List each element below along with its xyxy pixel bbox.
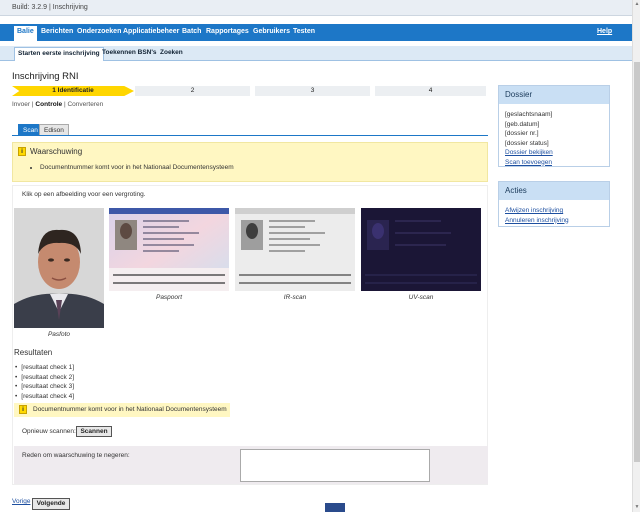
acties-title: Acties [499, 182, 609, 200]
result-item: [resultaat check 3] [15, 382, 74, 392]
substep-breadcrumb: Invoer | Controle | Converteren [12, 101, 103, 108]
warning-icon: i [19, 405, 27, 414]
step-2: 2 [135, 86, 250, 96]
afwijzen-inschrijving-link[interactable]: Afwijzen inschrijving [505, 206, 603, 216]
dossier-body: [geslachtsnaam] [geb.datum] [dossier nr.… [499, 104, 609, 173]
result-item: [resultaat check 2] [15, 373, 74, 383]
subtab-starten-eerste-inschrijving[interactable]: Starten eerste inschrijving [14, 47, 104, 61]
tab-underline [12, 135, 488, 136]
results-list: [resultaat check 1] [resultaat check 2] … [15, 363, 74, 401]
result-item: [resultaat check 1] [15, 363, 74, 373]
pasfoto-image[interactable] [14, 208, 104, 330]
caption-paspoort: Paspoort [155, 294, 183, 301]
step-indicator: 1 Identificatie 2 3 4 [12, 86, 486, 96]
build-bar: Build: 3.2.9 | Inschrijving [0, 0, 632, 16]
warning-box: i Waarschuwing Documentnummer komt voor … [12, 142, 488, 182]
help-link[interactable]: Help [597, 28, 612, 35]
tab-berichten[interactable]: Berichten [41, 28, 73, 35]
results-heading: Resultaten [14, 348, 53, 357]
scroll-up-icon[interactable]: ▲ [634, 1, 640, 7]
tab-testen[interactable]: Testen [293, 28, 315, 35]
footer-nav: Vorige [12, 498, 30, 505]
tab-batch[interactable]: Batch [182, 28, 201, 35]
ir-scan-image[interactable] [235, 208, 355, 293]
subtab-zoeken[interactable]: Zoeken [160, 49, 183, 56]
substep-separator: | [63, 101, 66, 108]
scrollbar-thumb[interactable] [634, 62, 640, 462]
step-4: 4 [375, 86, 486, 96]
scan-toevoegen-link[interactable]: Scan toevoegen [505, 158, 603, 168]
dossier-title: Dossier [499, 86, 609, 104]
step-3: 3 [255, 86, 370, 96]
paspoort-image[interactable] [109, 208, 229, 293]
substep-converteren: Converteren [67, 101, 104, 108]
image-hint: Klik op een afbeelding voor een vergroti… [22, 191, 146, 198]
tab-balie[interactable]: Balie [14, 26, 37, 41]
scan-button[interactable]: Scannen [76, 426, 112, 437]
dossier-field-status: [dossier status] [505, 139, 549, 147]
sub-nav: Starten eerste inschrijving Toekennen BS… [0, 46, 632, 61]
reason-textarea[interactable] [240, 449, 430, 482]
dossier-panel: Dossier [geslachtsnaam] [geb.datum] [dos… [498, 85, 610, 167]
warning-item: Documentnummer komt voor in het Nationaa… [40, 164, 234, 171]
build-context: Inschrijving [52, 4, 88, 11]
tab-applicatiebeheer[interactable]: Applicatiebeheer [123, 28, 179, 35]
reason-row: Reden om waarschuwing te negeren: [14, 446, 488, 484]
main-nav: Balie Berichten Onderzoeken Applicatiebe… [0, 24, 632, 41]
caption-pasfoto: Pasfoto [47, 331, 71, 338]
prev-link[interactable]: Vorige [12, 498, 30, 505]
reason-label: Reden om waarschuwing te negeren: [22, 452, 130, 459]
build-separator: | [48, 4, 51, 11]
dossier-field-gebdatum: [geb.datum] [505, 120, 540, 128]
warning-title: Waarschuwing [30, 147, 83, 156]
caption-ir-scan: IR-scan [283, 294, 307, 301]
dossier-field-naam: [geslachtsnaam] [505, 111, 553, 118]
next-button[interactable]: Volgende [32, 498, 70, 510]
acties-panel: Acties Afwijzen inschrijving Annuleren i… [498, 181, 610, 227]
warning-list: Documentnummer komt voor in het Nationaa… [40, 164, 234, 171]
build-version: Build: 3.2.9 [12, 4, 48, 11]
dossier-bekijken-link[interactable]: Dossier bekijken [505, 148, 603, 158]
dossier-field-nr: [dossier nr.] [505, 130, 539, 137]
tab-gebruikers[interactable]: Gebruikers [253, 28, 290, 35]
uv-scan-image[interactable] [361, 208, 481, 293]
rescan-label: Opnieuw scannen: [22, 428, 76, 435]
tab-edison[interactable]: Edison [39, 124, 69, 135]
substep-controle: Controle [35, 101, 63, 108]
step-1: 1 Identificatie [12, 86, 134, 96]
page-scrollbar[interactable]: ▲ ▼ [632, 0, 640, 512]
page-title: Inschrijving RNI [12, 71, 79, 82]
bottom-blue-block [325, 503, 345, 512]
inline-warning: i Documentnummer komt voor in het Nation… [14, 403, 230, 417]
substep-separator: | [31, 101, 34, 108]
caption-uv-scan: UV-scan [408, 294, 434, 301]
scroll-down-icon[interactable]: ▼ [634, 504, 640, 510]
result-item: [resultaat check 4] [15, 392, 74, 402]
subtab-toekennen-bsn[interactable]: Toekennen BSN's [102, 49, 157, 56]
acties-body: Afwijzen inschrijving Annuleren inschrij… [499, 200, 609, 231]
tab-rapportages[interactable]: Rapportages [206, 28, 249, 35]
warning-icon: i [18, 147, 26, 156]
substep-invoer: Invoer [12, 101, 31, 108]
tab-onderzoeken[interactable]: Onderzoeken [77, 28, 121, 35]
inline-warning-text: Documentnummer komt voor in het Nationaa… [33, 406, 227, 413]
annuleren-inschrijving-link[interactable]: Annuleren inschrijving [505, 216, 603, 226]
